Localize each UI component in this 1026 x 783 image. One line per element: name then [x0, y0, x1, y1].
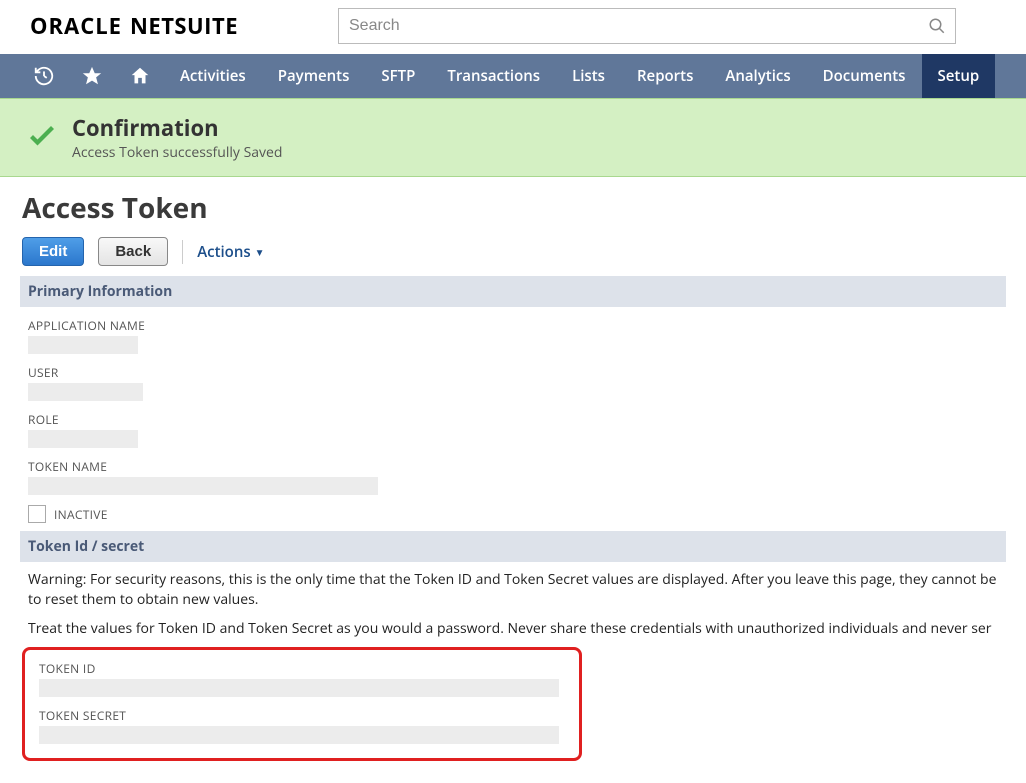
- menu-transactions[interactable]: Transactions: [431, 54, 556, 98]
- value-user: [28, 383, 143, 401]
- value-token-id: [39, 679, 559, 697]
- warning-line1: Warning: For security reasons, this is t…: [22, 562, 1004, 611]
- divider: [182, 240, 183, 264]
- actions-menu[interactable]: Actions ▼: [197, 242, 264, 262]
- caret-down-icon: ▼: [255, 245, 265, 259]
- checkmark-icon: [24, 120, 60, 156]
- value-token-name: [28, 477, 378, 495]
- logo-oracle: ORACLE: [30, 11, 122, 41]
- actions-label: Actions: [197, 242, 250, 262]
- value-application-name: [28, 336, 138, 354]
- button-row: Edit Back Actions ▼: [22, 237, 1004, 266]
- menu-activities[interactable]: Activities: [164, 54, 262, 98]
- home-icon[interactable]: [116, 54, 164, 98]
- page: Access Token Edit Back Actions ▼ Primary…: [0, 177, 1026, 783]
- primary-info-fields: APPLICATION NAME USER ROLE TOKEN NAME IN…: [22, 307, 1004, 531]
- value-role: [28, 430, 138, 448]
- label-token-secret: TOKEN SECRET: [39, 707, 565, 724]
- confirmation-title: Confirmation: [72, 113, 282, 143]
- history-icon[interactable]: [20, 54, 68, 98]
- label-token-id: TOKEN ID: [39, 660, 565, 677]
- token-highlight-box: TOKEN ID TOKEN SECRET: [22, 647, 582, 761]
- menu-setup[interactable]: Setup: [922, 54, 996, 98]
- search-input[interactable]: [338, 8, 956, 44]
- favorites-icon[interactable]: [68, 54, 116, 98]
- edit-button[interactable]: Edit: [22, 237, 84, 266]
- page-title: Access Token: [22, 189, 1004, 227]
- section-primary-info: Primary Information: [20, 276, 1006, 307]
- label-token-name: TOKEN NAME: [28, 458, 998, 475]
- menu-payments[interactable]: Payments: [262, 54, 366, 98]
- menu-sftp[interactable]: SFTP: [365, 54, 431, 98]
- search-wrap: [338, 8, 956, 44]
- label-user: USER: [28, 364, 998, 381]
- section-token-secret: Token Id / secret: [20, 531, 1006, 562]
- back-button[interactable]: Back: [98, 237, 168, 266]
- logo: ORACLE NETSUITE: [30, 11, 238, 41]
- inactive-checkbox[interactable]: [28, 505, 46, 523]
- menu-documents[interactable]: Documents: [807, 54, 922, 98]
- confirmation-subtitle: Access Token successfully Saved: [72, 143, 282, 162]
- topbar: ORACLE NETSUITE: [0, 0, 1026, 54]
- menubar: Activities Payments SFTP Transactions Li…: [0, 54, 1026, 98]
- logo-netsuite: NETSUITE: [130, 11, 238, 41]
- warning-line2: Treat the values for Token ID and Token …: [22, 611, 1004, 641]
- confirmation-banner: Confirmation Access Token successfully S…: [0, 98, 1026, 177]
- menu-reports[interactable]: Reports: [621, 54, 709, 98]
- menu-lists[interactable]: Lists: [556, 54, 621, 98]
- label-application-name: APPLICATION NAME: [28, 317, 998, 334]
- label-role: ROLE: [28, 411, 998, 428]
- search-icon: [928, 17, 946, 35]
- label-inactive: INACTIVE: [54, 506, 108, 523]
- value-token-secret: [39, 726, 559, 744]
- menu-analytics[interactable]: Analytics: [709, 54, 806, 98]
